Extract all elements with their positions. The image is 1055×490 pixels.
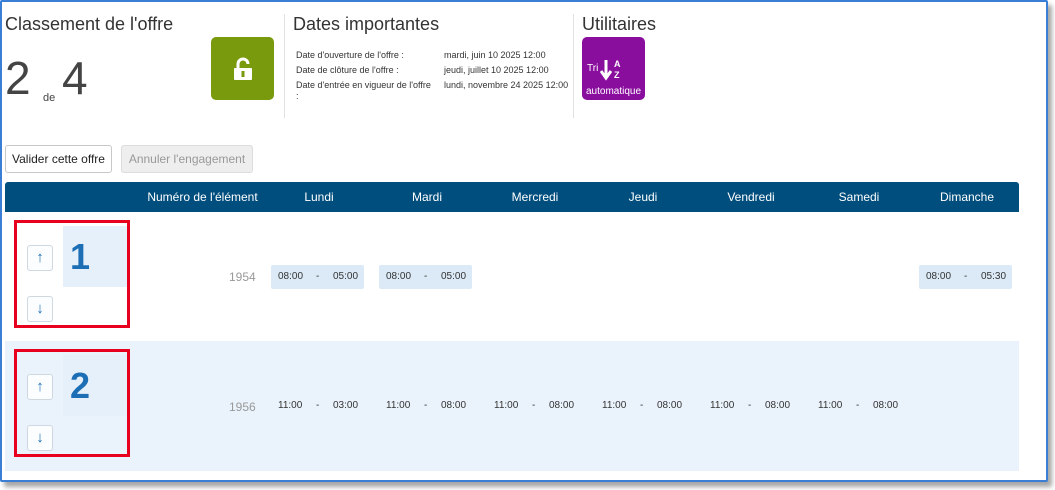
move-down-button[interactable]: ↓ [27, 425, 53, 451]
column-header-saturday: Samedi [838, 190, 880, 204]
effective-date-label: Date d'entrée en vigueur de l'offre : [296, 80, 431, 101]
time-slot-monday: 11:00 - 03:00 [271, 394, 364, 418]
slot-dash: - [424, 400, 428, 411]
opening-date-value: mardi, juin 10 2025 12:00 [444, 50, 546, 60]
sort-prefix-label: Tri [587, 63, 599, 74]
slot-dash: - [748, 400, 752, 411]
slot-dash: - [532, 400, 536, 411]
opening-date-label: Date d'ouverture de l'offre : [296, 50, 404, 60]
slot-end: 05:00 [441, 271, 467, 282]
table-row: 1 ↑ ↓ 1954 08:00 - 05:00 08:00 - 05:00 0… [5, 212, 1019, 340]
slot-dash: - [856, 400, 860, 411]
sort-az-icon: A Z [600, 59, 621, 81]
slot-start: 11:00 [818, 400, 843, 411]
slot-dash: - [424, 271, 428, 282]
schedule-table-header: Numéro de l'élément Lundi Mardi Mercredi… [5, 182, 1019, 212]
validate-offer-button[interactable]: Valider cette offre [5, 145, 112, 173]
slot-dash: - [316, 271, 320, 282]
ranking-total: 4 [62, 52, 88, 104]
divider [284, 14, 285, 118]
slot-end: 08:00 [765, 400, 791, 411]
item-number: 1954 [229, 270, 256, 284]
arrow-up-icon: ↑ [36, 378, 44, 395]
rank-panel: 1 [63, 226, 127, 287]
slot-end: 03:00 [333, 400, 359, 411]
rank-number: 2 [70, 365, 91, 406]
column-header-tuesday: Mardi [411, 190, 442, 204]
slot-start: 08:00 [278, 271, 304, 282]
rank-controls: 2 ↑ ↓ [14, 349, 130, 457]
slot-start: 11:00 [494, 400, 519, 411]
column-header-sunday: Dimanche [939, 190, 995, 204]
slot-end: 08:00 [657, 400, 683, 411]
column-header-friday: Vendredi [727, 190, 775, 204]
slot-start: 08:00 [386, 271, 412, 282]
time-slot-sunday: 08:00 - 05:30 [919, 265, 1012, 289]
time-slot-tuesday: 11:00 - 08:00 [379, 394, 472, 418]
svg-text:Z: Z [614, 70, 620, 80]
rank-number: 1 [70, 236, 91, 277]
unlock-button[interactable] [211, 37, 274, 100]
effective-date-value: lundi, novembre 24 2025 12:00 [444, 80, 569, 90]
closing-date-value: jeudi, juillet 10 2025 12:00 [444, 65, 549, 75]
rank-controls: 1 ↑ ↓ [14, 220, 130, 328]
rank-panel: 2 [63, 355, 127, 416]
ranking-of-label: de [43, 92, 56, 104]
auto-sort-button[interactable]: Tri A Z automatique [582, 37, 645, 100]
slot-start: 08:00 [926, 271, 952, 282]
table-row: 2 ↑ ↓ 1956 11:00 - 03:00 11:00 - 08:00 1… [5, 341, 1019, 471]
time-slot-monday: 08:00 - 05:00 [271, 265, 364, 289]
move-down-button[interactable]: ↓ [27, 296, 53, 322]
time-slot-friday: 11:00 - 08:00 [703, 394, 796, 418]
slot-end: 08:00 [873, 400, 899, 411]
slot-end: 08:00 [441, 400, 467, 411]
arrow-down-icon: ↓ [36, 429, 44, 446]
slot-end: 08:00 [549, 400, 575, 411]
dates-title: Dates importantes [293, 14, 440, 34]
slot-dash: - [640, 400, 644, 411]
closing-date-label: Date de clôture de l'offre : [296, 65, 399, 75]
column-header-wednesday: Mercredi [511, 190, 559, 204]
column-header-thursday: Jeudi [628, 190, 658, 204]
item-number: 1956 [229, 400, 256, 414]
cancel-commitment-button[interactable]: Annuler l'engagement [121, 145, 253, 173]
sort-label: automatique [586, 86, 642, 97]
column-header-monday: Lundi [304, 190, 334, 204]
ranking-position: 2 [5, 52, 31, 104]
move-up-button[interactable]: ↑ [27, 245, 53, 271]
time-slot-thursday: 11:00 - 08:00 [595, 394, 688, 418]
slot-dash: - [964, 271, 968, 282]
slot-start: 11:00 [278, 400, 303, 411]
utilities-title: Utilitaires [582, 14, 657, 34]
offer-window: Classement de l'offre 2 de 4 Dates impor… [0, 0, 1048, 482]
time-slot-tuesday: 08:00 - 05:00 [379, 265, 472, 289]
time-slot-wednesday: 11:00 - 08:00 [487, 394, 580, 418]
svg-text:A: A [614, 59, 621, 69]
column-header-item-number: Numéro de l'élément [147, 190, 258, 204]
slot-start: 11:00 [602, 400, 627, 411]
slot-start: 11:00 [710, 400, 735, 411]
arrow-up-icon: ↑ [36, 249, 44, 266]
slot-start: 11:00 [386, 400, 411, 411]
ranking-title: Classement de l'offre [5, 14, 174, 34]
divider [573, 14, 574, 118]
time-slot-saturday: 11:00 - 08:00 [811, 394, 904, 418]
arrow-down-icon: ↓ [36, 300, 44, 317]
slot-dash: - [316, 400, 320, 411]
slot-end: 05:30 [981, 271, 1007, 282]
slot-end: 05:00 [333, 271, 359, 282]
move-up-button[interactable]: ↑ [27, 374, 53, 400]
unlock-icon [233, 57, 252, 80]
